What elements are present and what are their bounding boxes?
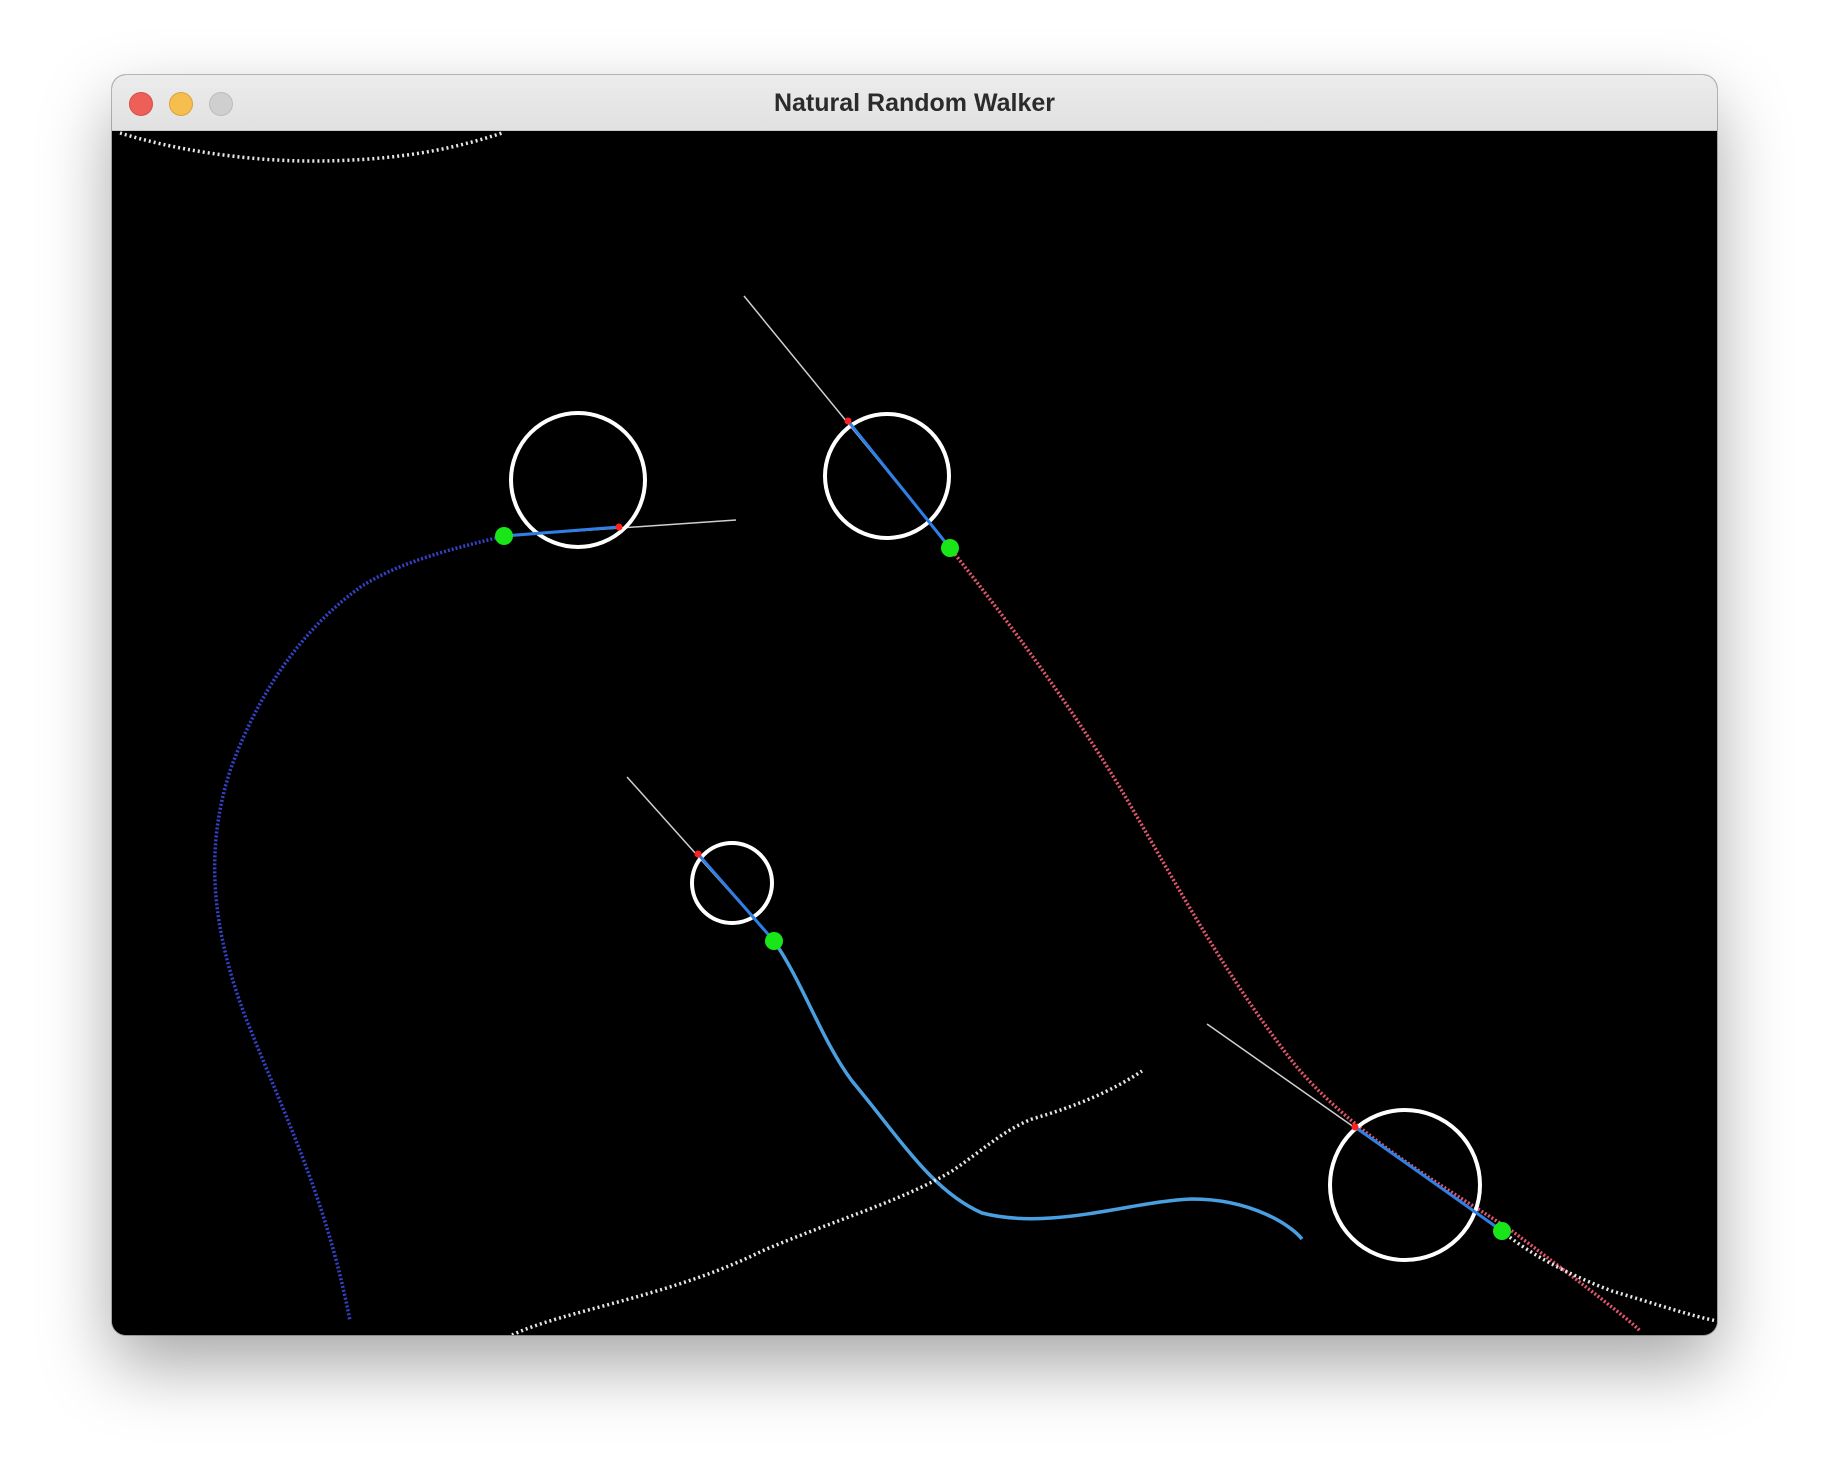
window-title: Natural Random Walker [773, 89, 1056, 117]
simulation-svg [112, 131, 1717, 1335]
simulation-canvas[interactable] [112, 131, 1717, 1335]
wander-target [844, 417, 852, 425]
walker-body[interactable] [941, 539, 959, 557]
walker-body[interactable] [1493, 1222, 1511, 1240]
wander-target [694, 850, 702, 858]
title-bar[interactable]: Natural Random Walker [112, 75, 1717, 131]
wander-target [615, 523, 623, 531]
walker-body[interactable] [765, 932, 783, 950]
app-window: Natural Random Walker [112, 75, 1717, 1335]
wander-target [1351, 1123, 1359, 1131]
walker-body[interactable] [495, 527, 513, 545]
canvas-background [112, 131, 1717, 1335]
